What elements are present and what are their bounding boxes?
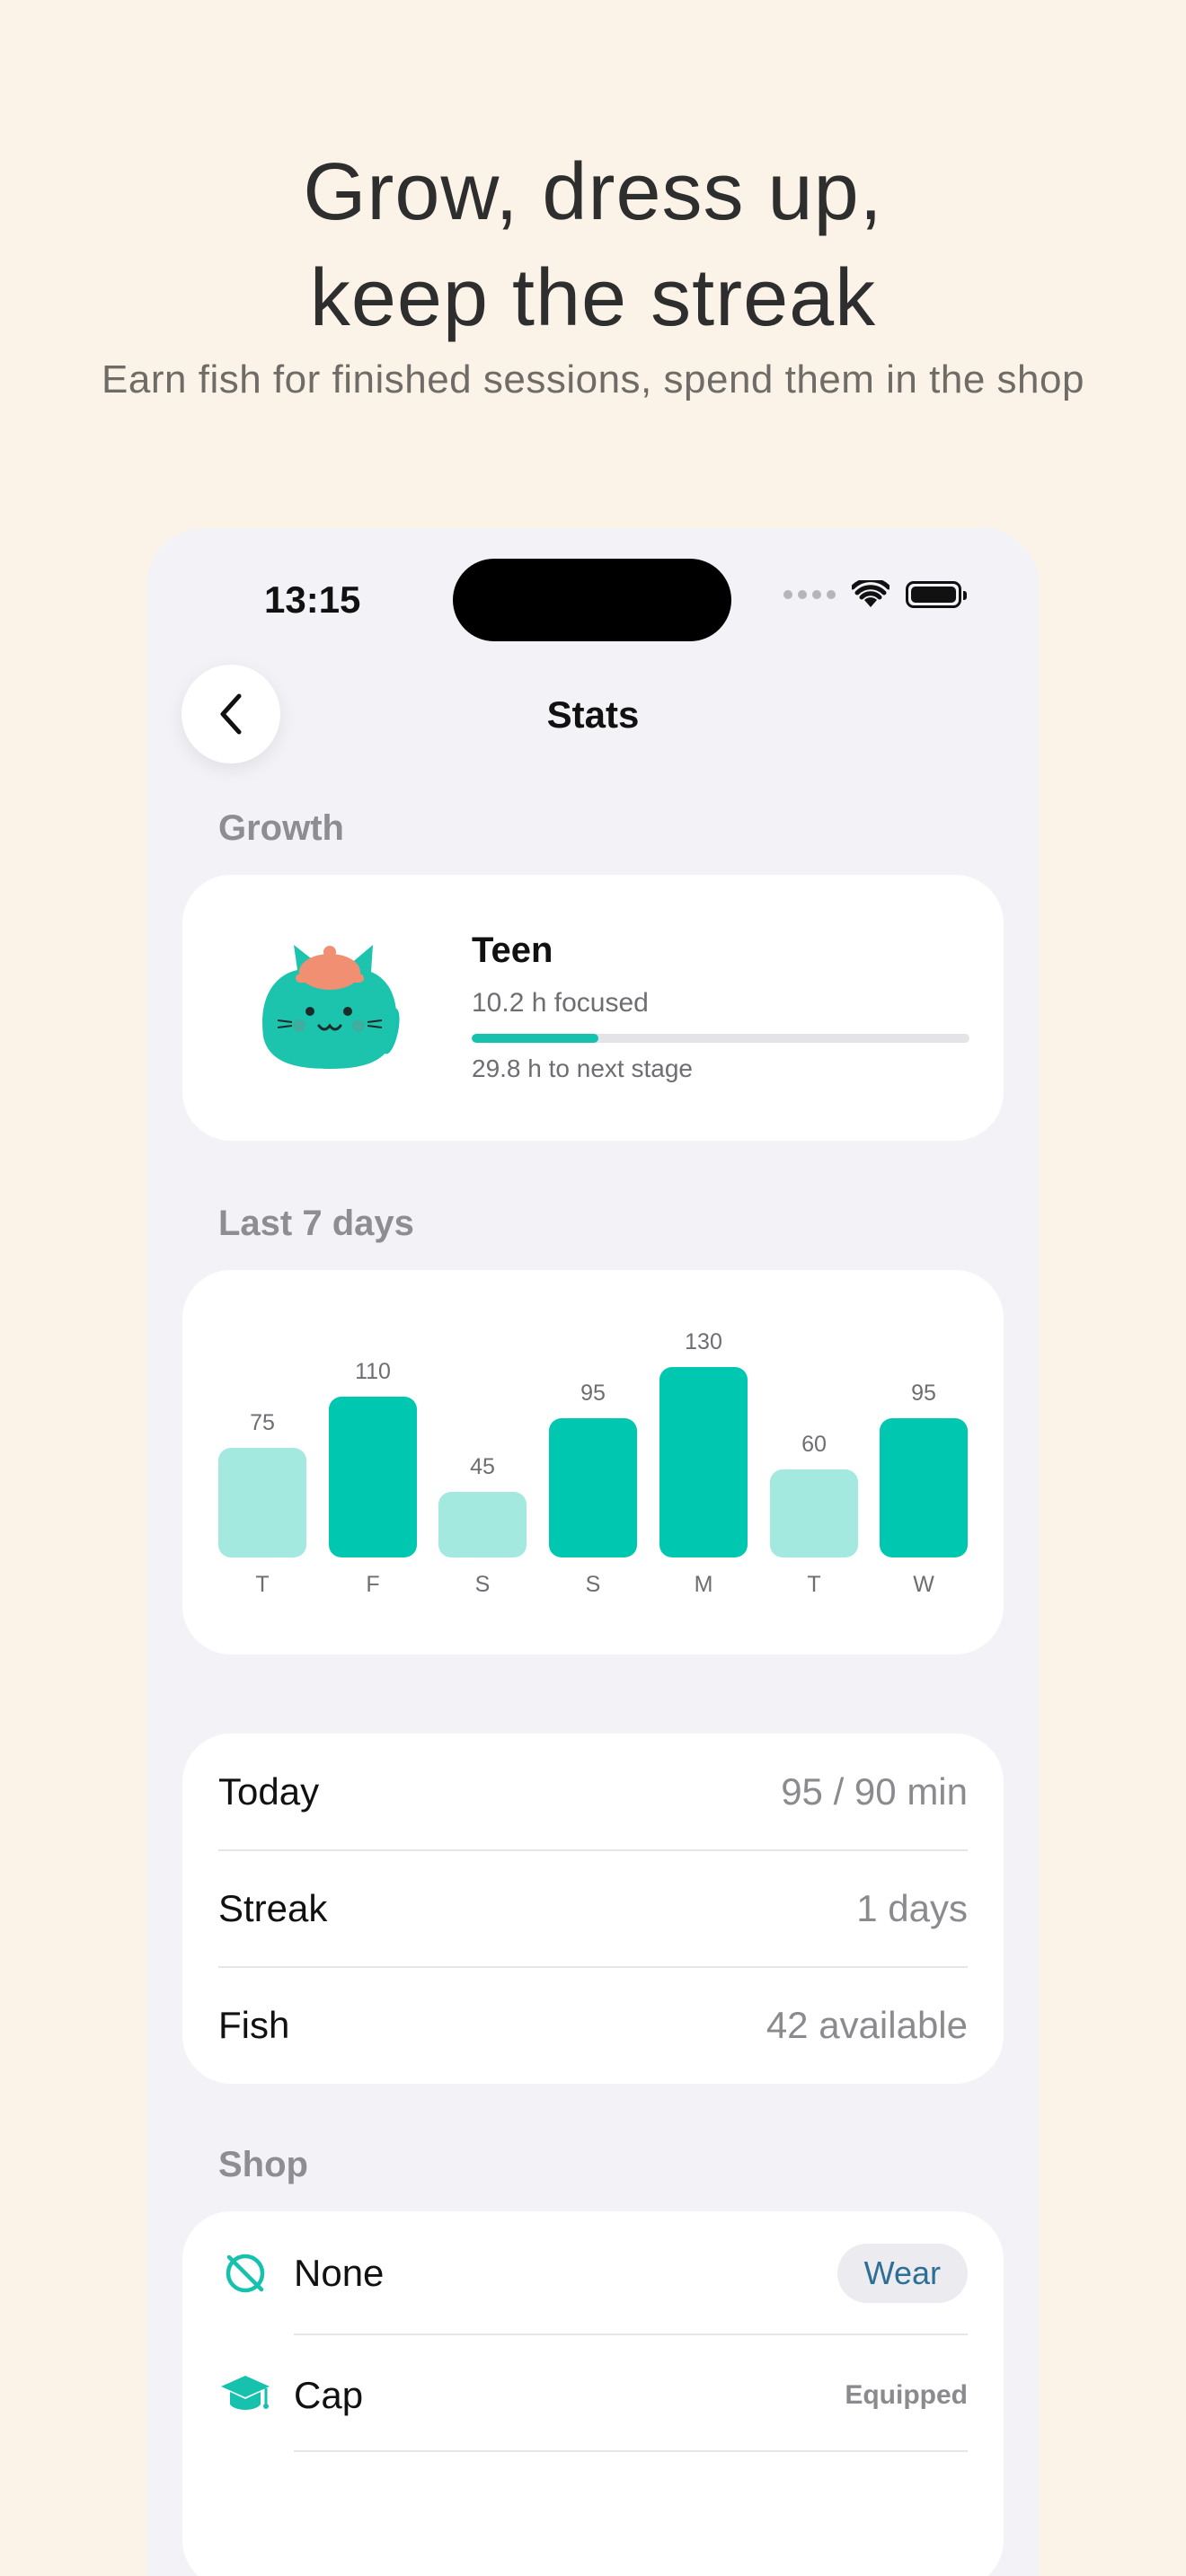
chart-value-label: 95: [580, 1381, 606, 1406]
shop-item-label: None: [294, 2252, 385, 2294]
cat-mascot-icon: [262, 945, 400, 1069]
divider: [294, 2333, 968, 2335]
dynamic-island: [453, 559, 731, 641]
shop-item-label: Cap: [294, 2374, 364, 2416]
chart-bar: [218, 1448, 306, 1557]
chart-value-label: 95: [911, 1381, 936, 1406]
chart-value-label: 130: [685, 1329, 722, 1354]
chart-bar: [549, 1418, 637, 1557]
summary-row-streak: Streak 1 days: [218, 1850, 968, 1966]
chart-value-label: 45: [470, 1454, 495, 1479]
last7-section-label: Last 7 days: [218, 1204, 414, 1243]
phone-screen: 13:15 Stats Growth Teen 10.2 h focused 2…: [147, 528, 1039, 2576]
chart-bar: [659, 1367, 748, 1557]
summary-row-fish: Fish 42 available: [218, 1967, 968, 2083]
no-item-icon: [218, 2246, 272, 2300]
chart-value-label: 60: [801, 1432, 827, 1457]
chart-bar: [770, 1469, 858, 1557]
page-title: Stats: [546, 693, 640, 736]
summary-label: Today: [218, 1769, 320, 1813]
chart-bar: [880, 1418, 968, 1557]
summary-value: 95 / 90 min: [781, 1769, 968, 1813]
wear-button[interactable]: Wear: [836, 2244, 968, 2303]
signal-icon: [783, 590, 836, 599]
growth-progress-bar: [472, 1034, 969, 1043]
summary-label: Fish: [218, 2003, 290, 2046]
equipped-status: Equipped: [845, 2380, 968, 2410]
growth-progress-fill: [472, 1034, 599, 1043]
chart-day-label: F: [366, 1572, 380, 1597]
growth-stage: Teen: [472, 931, 553, 970]
summary-label: Streak: [218, 1886, 328, 1929]
wifi-icon: [852, 580, 890, 607]
shop-card: None Wear Cap Equipped: [182, 2211, 1004, 2576]
chart-day-label: T: [255, 1572, 270, 1597]
graduation-cap-icon: [218, 2369, 272, 2422]
chart-day-label: T: [807, 1572, 821, 1597]
status-time: 13:15: [264, 578, 361, 621]
divider: [294, 2450, 968, 2452]
battery-icon: [906, 581, 967, 608]
shop-item-cap[interactable]: Cap Equipped: [218, 2337, 968, 2454]
summary-row-today: Today 95 / 90 min: [218, 1734, 968, 1849]
chart-bar: [329, 1397, 417, 1557]
promo-headline-line2: keep the streak: [309, 253, 877, 343]
promo-headline-line1: Grow, dress up,: [303, 147, 883, 237]
growth-next-stage: 29.8 h to next stage: [472, 1054, 693, 1082]
chart-value-label: 110: [355, 1359, 391, 1384]
status-icons: [783, 580, 967, 609]
growth-section-label: Growth: [218, 808, 344, 848]
promo-headline: Grow, dress up, keep the streak: [0, 139, 1186, 351]
promo-subline: Earn fish for finished sessions, spend t…: [102, 357, 1084, 401]
growth-card: Teen 10.2 h focused 29.8 h to next stage: [182, 875, 1004, 1141]
chart-day-label: W: [913, 1572, 934, 1597]
chart-value-label: 75: [250, 1410, 275, 1435]
chart-bar: [438, 1492, 527, 1557]
chart-day-label: M: [694, 1572, 713, 1597]
summary-value: 42 available: [766, 2003, 968, 2046]
chart-day-label: S: [585, 1572, 601, 1597]
growth-focused: 10.2 h focused: [472, 988, 649, 1018]
last7-chart-card: 75 T 110 F 45 S 95 S 130 M 60 T 95 W: [182, 1270, 1004, 1654]
shop-item-none[interactable]: None Wear: [218, 2215, 968, 2332]
shop-section-label: Shop: [218, 2145, 308, 2184]
summary-card: Today 95 / 90 min Streak 1 days Fish 42 …: [182, 1734, 1004, 2084]
summary-value: 1 days: [856, 1886, 968, 1929]
chart-day-label: S: [474, 1572, 491, 1597]
